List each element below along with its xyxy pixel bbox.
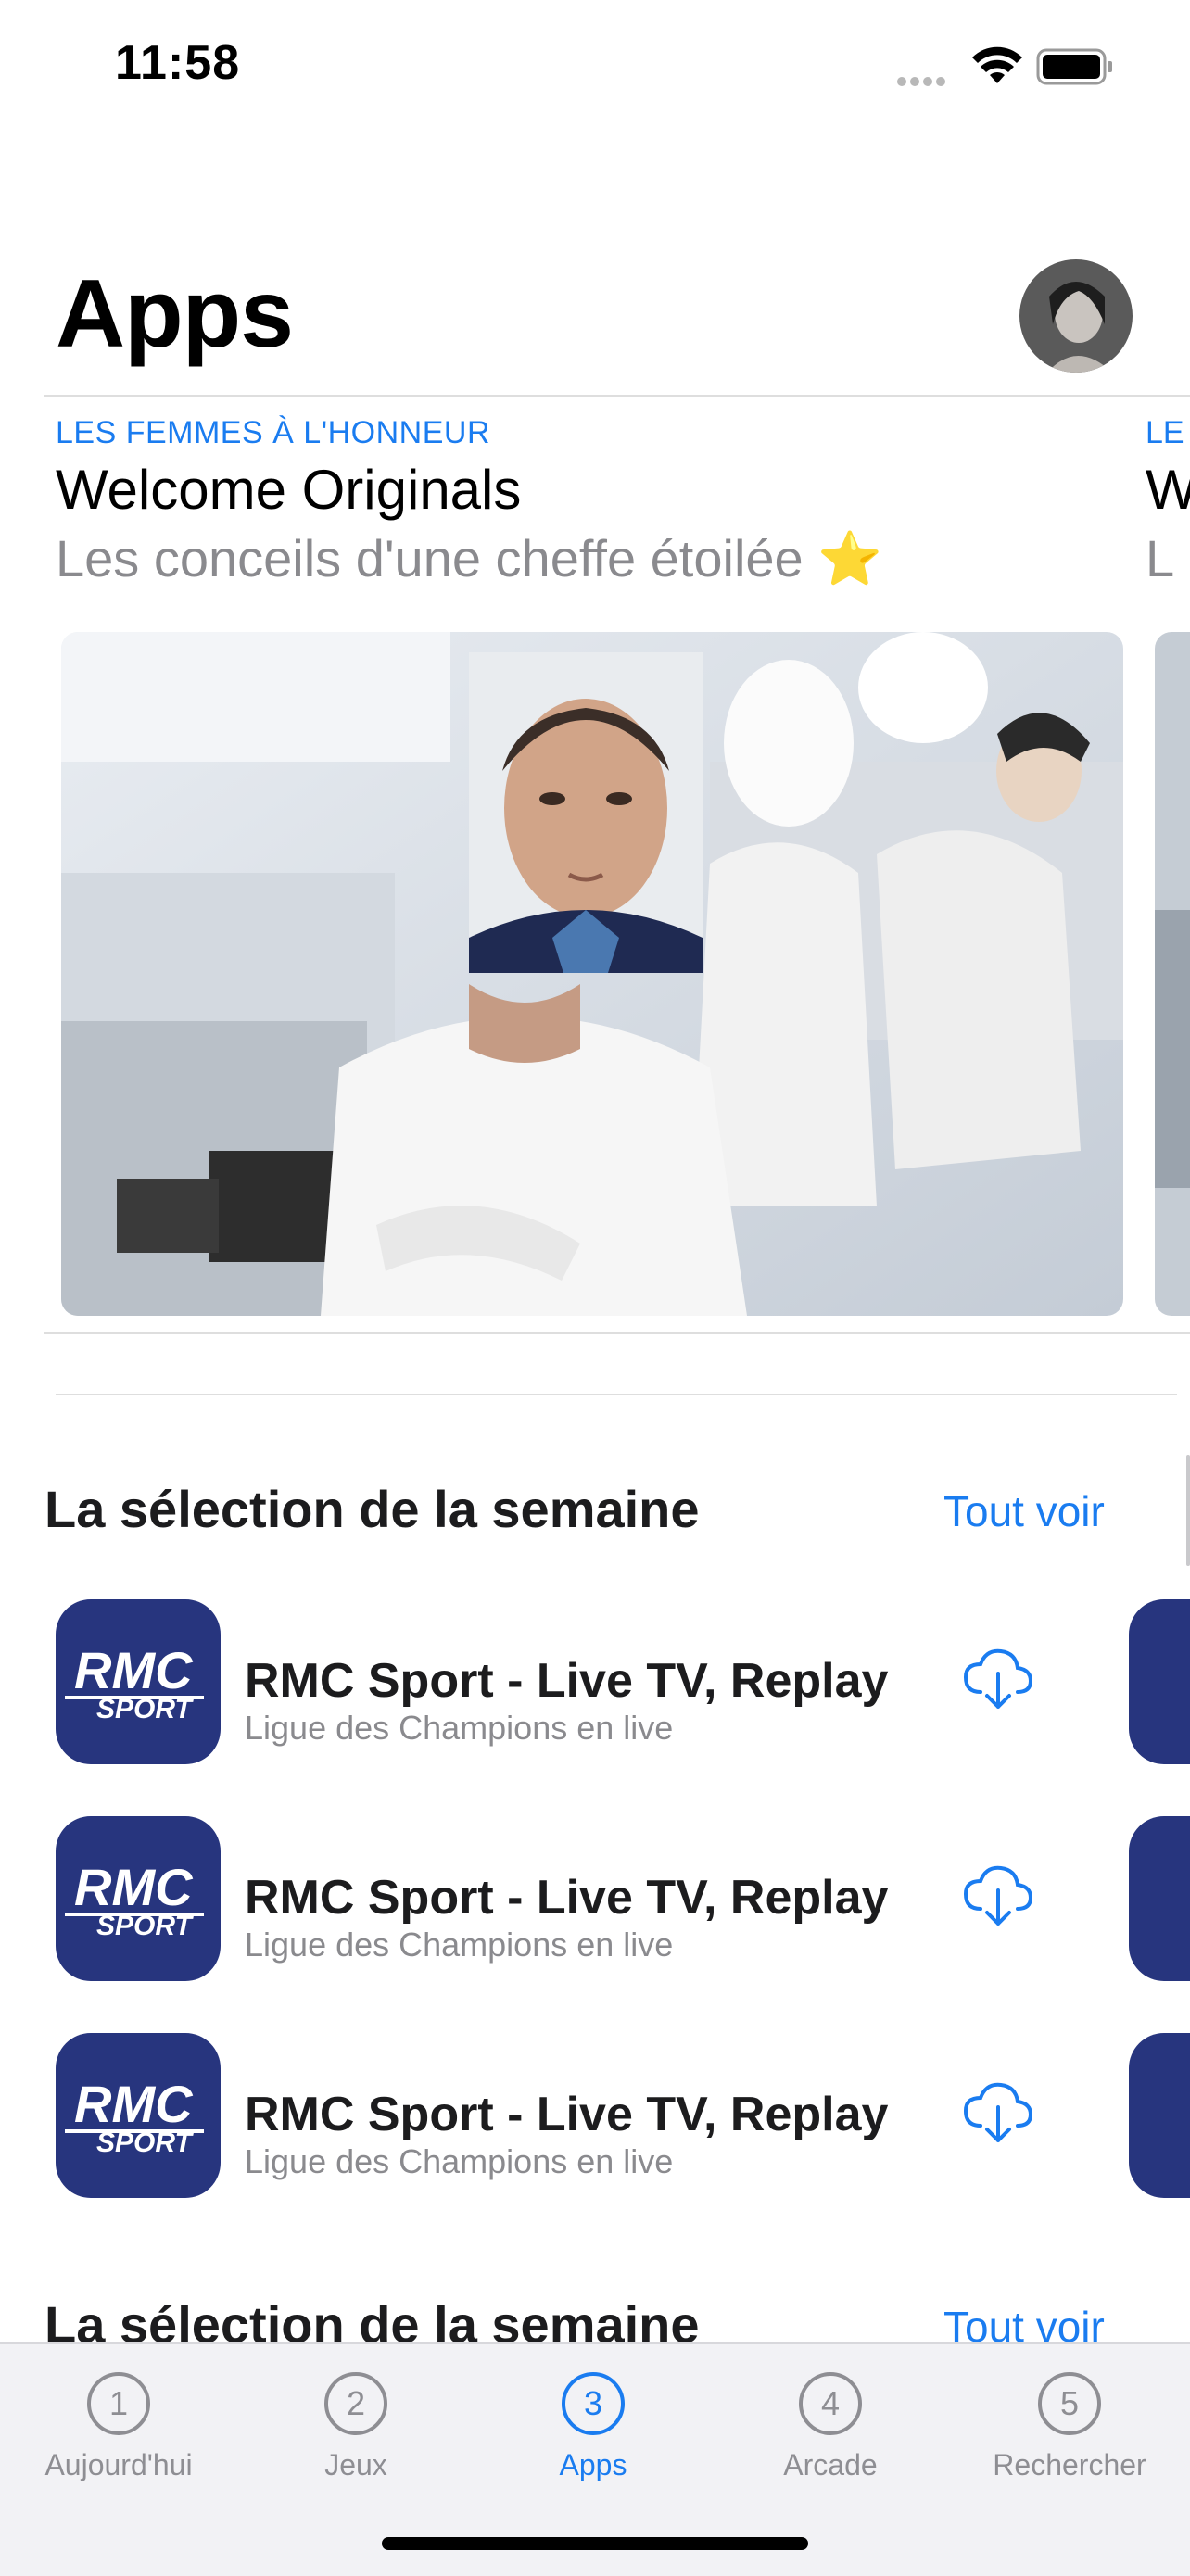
rmc-sport-logo: RMC SPORT [65,1641,204,1724]
featured-hero-image[interactable] [61,632,1123,1316]
rmc-sport-logo: RMC SPORT [65,2075,204,2158]
signal-icon [897,74,953,86]
next-featured-image[interactable] [1155,632,1190,1316]
tab-search-label: Rechercher [993,2448,1146,2481]
tab-arcade[interactable]: 4 Arcade [728,2372,932,2482]
tab-today-label: Aujourd'hui [44,2448,193,2481]
next-featured-eyebrow: LE [1146,415,1184,450]
tab-today[interactable]: 1 Aujourd'hui [17,2372,221,2482]
scroll-indicator[interactable] [1186,1455,1190,1566]
rmc-sport-app-icon: RMC SPORT [56,2033,221,2198]
rmc-sport-app-icon: RMC SPORT [56,1599,221,1764]
featured-eyebrow: LES FEMMES À L'HONNEUR [56,415,491,450]
see-all-link[interactable]: Tout voir [943,1486,1105,1536]
kitchen-scene-image [61,632,1123,1316]
tab-apps-icon: 3 [562,2372,625,2435]
featured-title[interactable]: Welcome Originals [56,458,521,522]
tab-arcade-icon: 4 [799,2372,862,2435]
svg-text:RMC: RMC [74,2075,194,2133]
rmc-sport-app-icon: RMC SPORT [56,1816,221,1981]
app-row[interactable]: RMC SPORT RMC Sport - Live TV, Replay Li… [56,2033,1112,2200]
wifi-icon [972,46,1022,83]
status-time: 11:58 [115,36,241,90]
status-bar: 11:58 [0,0,1190,130]
next-app-icon[interactable] [1129,1599,1190,1764]
featured-bottom-divider [44,1332,1190,1334]
featured-subtitle: Les conceils d'une cheffe étoilée ⭐ [56,529,882,587]
cloud-download-icon[interactable] [962,1646,1034,1711]
app-name: RMC Sport - Live TV, Replay [245,1654,889,1708]
svg-text:SPORT: SPORT [96,1911,194,1941]
battery-icon [1036,48,1112,85]
next-app-icon[interactable] [1129,1816,1190,1981]
section-divider [56,1394,1177,1395]
tab-games-icon: 2 [324,2372,387,2435]
next-featured-thumbnail [1155,632,1190,1316]
cloud-download-icon[interactable] [962,1863,1034,1927]
rmc-sport-logo: RMC SPORT [65,1858,204,1941]
section-title: La sélection de la semaine [44,1480,700,1538]
svg-text:SPORT: SPORT [96,2128,194,2158]
tab-games-label: Jeux [324,2448,387,2481]
next-featured-title[interactable]: W [1146,458,1190,522]
page-title: Apps [56,260,294,368]
app-subtitle: Ligue des Champions en live [245,1926,674,1964]
header-divider [44,395,1190,397]
tab-apps[interactable]: 3 Apps [491,2372,695,2482]
tab-today-icon: 1 [87,2372,150,2435]
app-name: RMC Sport - Live TV, Replay [245,1871,889,1925]
tab-arcade-label: Arcade [783,2448,878,2481]
next-app-icon[interactable] [1129,2033,1190,2198]
tab-search[interactable]: 5 Rechercher [968,2372,1171,2482]
tab-games[interactable]: 2 Jeux [254,2372,458,2482]
app-subtitle: Ligue des Champions en live [245,1709,674,1747]
app-name: RMC Sport - Live TV, Replay [245,2088,889,2141]
app-subtitle: Ligue des Champions en live [245,2142,674,2180]
tab-apps-label: Apps [559,2448,627,2481]
tab-search-icon: 5 [1038,2372,1101,2435]
next-featured-subtitle: L [1146,529,1175,587]
app-row[interactable]: RMC SPORT RMC Sport - Live TV, Replay Li… [56,1816,1112,1983]
cloud-download-icon[interactable] [962,2079,1034,2144]
svg-text:RMC: RMC [74,1858,194,1916]
avatar-image [1019,259,1133,373]
app-row[interactable]: RMC SPORT RMC Sport - Live TV, Replay Li… [56,1599,1112,1766]
profile-avatar[interactable] [1019,259,1133,373]
home-indicator[interactable] [382,2537,808,2550]
svg-text:RMC: RMC [74,1641,194,1699]
svg-text:SPORT: SPORT [96,1694,194,1724]
